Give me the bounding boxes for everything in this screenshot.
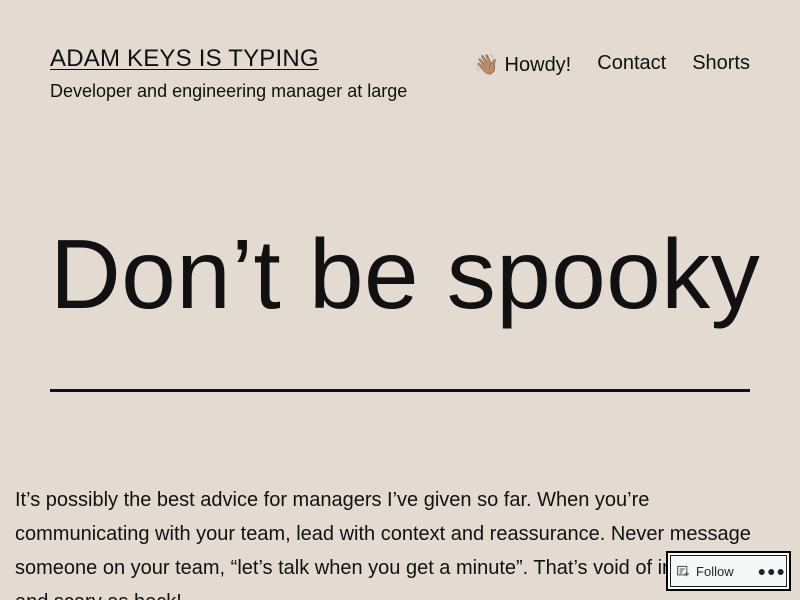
nav-item-howdy[interactable]: 👋🏽 Howdy!	[474, 52, 571, 77]
title-divider	[50, 389, 750, 392]
reader-follow-icon	[677, 565, 690, 577]
follow-widget: Follow ●●●	[666, 551, 791, 591]
follow-label: Follow	[696, 563, 734, 579]
post-body-paragraph: It’s possibly the best advice for manage…	[15, 489, 757, 600]
page: ADAM KEYS IS TYPING Developer and engine…	[0, 0, 800, 600]
post-title: Don’t be spooky	[50, 219, 761, 329]
site-title-link[interactable]: ADAM KEYS IS TYPING	[50, 45, 319, 73]
primary-navigation: 👋🏽 Howdy! Contact Shorts	[474, 52, 750, 77]
site-tagline: Developer and engineering manager at lar…	[50, 81, 408, 101]
nav-item-shorts[interactable]: Shorts	[692, 52, 750, 77]
follow-button[interactable]: Follow ●●●	[670, 555, 787, 587]
more-horizontal-icon[interactable]: ●●●	[758, 563, 786, 579]
nav-item-contact[interactable]: Contact	[597, 52, 666, 77]
